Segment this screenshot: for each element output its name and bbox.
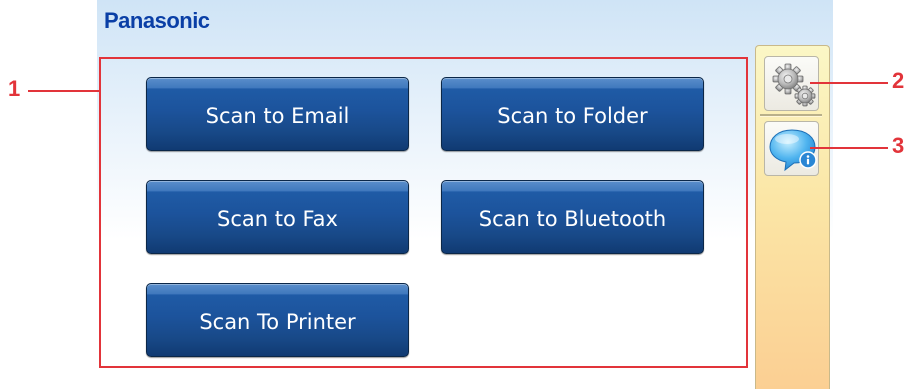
callout-number-3: 3 [892, 133, 905, 158]
callout-line-2 [810, 82, 888, 84]
callout-line-1 [28, 90, 99, 92]
scan-to-bluetooth-button[interactable]: Scan to Bluetooth [441, 180, 704, 254]
callout-number-1: 1 [8, 76, 21, 101]
callout-number-2: 2 [892, 68, 905, 93]
callout-line-3 [810, 147, 888, 149]
brand-logo: Panasonic [104, 8, 210, 33]
side-panel-divider [760, 114, 822, 117]
scan-to-fax-button[interactable]: Scan to Fax [146, 180, 409, 254]
scan-to-folder-button[interactable]: Scan to Folder [441, 77, 704, 151]
scan-to-printer-button[interactable]: Scan To Printer [146, 283, 409, 357]
scan-to-email-button[interactable]: Scan to Email [146, 77, 409, 151]
gears-icon [765, 57, 820, 112]
info-speech-bubble-icon [765, 122, 820, 177]
